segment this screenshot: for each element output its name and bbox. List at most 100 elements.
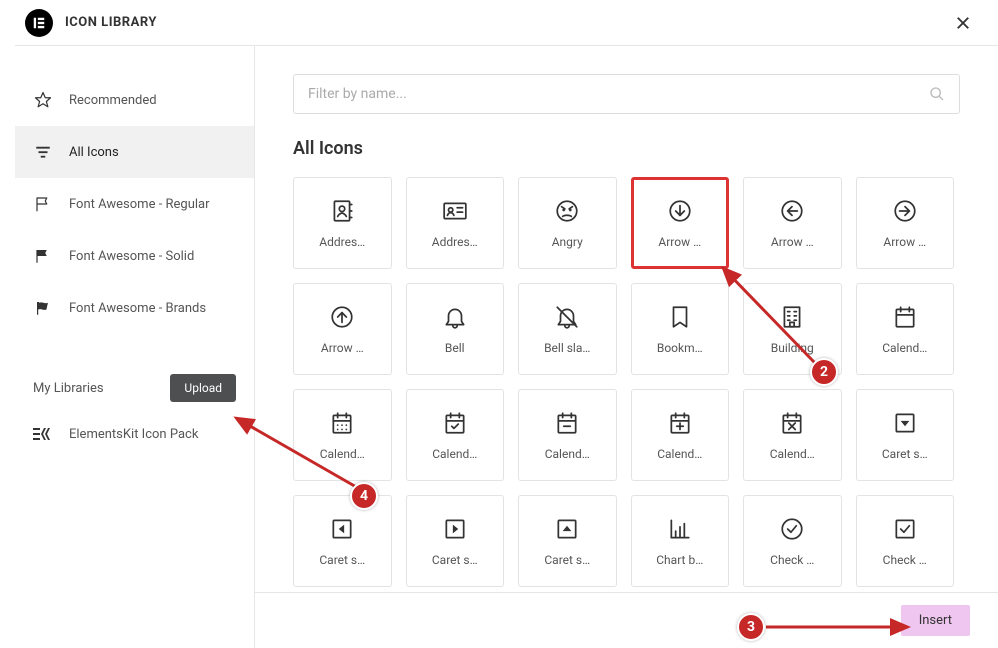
address-book-icon xyxy=(329,197,355,225)
star-icon xyxy=(33,90,53,110)
icon-card-label: Calend… xyxy=(882,341,927,355)
angry-icon xyxy=(554,197,580,225)
icon-card-check-square[interactable]: Check … xyxy=(856,495,955,587)
icon-card-calendar-minus[interactable]: Calend… xyxy=(518,389,617,481)
caret-sq-right-icon xyxy=(442,515,468,543)
icon-card-caret-sq-right[interactable]: Caret s… xyxy=(406,495,505,587)
modal-header: ICON LIBRARY xyxy=(15,0,998,46)
icon-card-bell[interactable]: Bell xyxy=(406,283,505,375)
icon-card-label: Caret s… xyxy=(544,553,590,567)
sidebar-item-all-icons[interactable]: All Icons xyxy=(15,126,254,178)
caret-sq-left-icon xyxy=(329,515,355,543)
chart-bar-icon xyxy=(667,515,693,543)
insert-button[interactable]: Insert xyxy=(901,605,970,636)
arrow-up-circle-icon xyxy=(329,303,355,331)
calendar-minus-icon xyxy=(554,409,580,437)
calendar-check-icon xyxy=(442,409,468,437)
icon-card-label: Bell sla… xyxy=(544,341,590,355)
my-libraries-label: My Libraries xyxy=(33,381,160,396)
icon-card-address-card[interactable]: Addres… xyxy=(406,177,505,269)
modal-title: ICON LIBRARY xyxy=(65,15,157,30)
icon-card-bell-slash[interactable]: Bell sla… xyxy=(518,283,617,375)
calendar-plus-icon xyxy=(667,409,693,437)
icon-card-label: Check … xyxy=(883,553,927,567)
icon-card-arrow-left-circle[interactable]: Arrow … xyxy=(743,177,842,269)
check-square-icon xyxy=(892,515,918,543)
icon-card-label: Arrow … xyxy=(771,235,814,249)
icon-card-label: Calend… xyxy=(770,447,815,461)
sidebar-item-recommended[interactable]: Recommended xyxy=(15,74,254,126)
icon-card-label: Addres… xyxy=(319,235,365,249)
icon-card-label: Chart b… xyxy=(656,553,703,567)
upload-button[interactable]: Upload xyxy=(170,374,236,402)
icon-card-angry[interactable]: Angry xyxy=(518,177,617,269)
icon-card-label: Caret s… xyxy=(432,553,478,567)
icon-card-label: Caret s… xyxy=(319,553,365,567)
sidebar-item-label: All Icons xyxy=(69,145,236,160)
calendar-alt-icon xyxy=(329,409,355,437)
sidebar-item-label: Font Awesome - Solid xyxy=(69,249,236,264)
icon-card-label: Calend… xyxy=(320,447,365,461)
icon-card-label: Calend… xyxy=(657,447,702,461)
sidebar-item-label: ElementsKit Icon Pack xyxy=(69,427,236,442)
filter-icon xyxy=(33,142,53,162)
icon-card-address-book[interactable]: Addres… xyxy=(293,177,392,269)
sidebar: Recommended All Icons Font Awesome - Regul… xyxy=(15,46,255,648)
icon-card-calendar-times[interactable]: Calend… xyxy=(743,389,842,481)
icon-card-label: Check … xyxy=(770,553,814,567)
sidebar-item-font-awesome-brands[interactable]: Font Awesome - Brands xyxy=(15,282,254,334)
search-field-wrapper[interactable] xyxy=(293,74,960,114)
building-icon xyxy=(779,303,805,331)
caret-sq-down-icon xyxy=(892,409,918,437)
sidebar-item-label: Font Awesome - Regular xyxy=(69,197,236,212)
sidebar-item-font-awesome-regular[interactable]: Font Awesome - Regular xyxy=(15,178,254,230)
section-title: All Icons xyxy=(293,138,960,159)
search-icon xyxy=(929,86,945,102)
icon-card-bookmark[interactable]: Bookm… xyxy=(631,283,730,375)
icon-card-label: Arrow … xyxy=(658,235,701,249)
icon-card-label: Building xyxy=(771,341,814,355)
arrow-right-circle-icon xyxy=(892,197,918,225)
caret-sq-up-icon xyxy=(554,515,580,543)
bell-slash-icon xyxy=(554,303,580,331)
sidebar-item-label: Recommended xyxy=(69,93,236,108)
sidebar-item-label: Font Awesome - Brands xyxy=(69,301,236,316)
icon-card-label: Addres… xyxy=(432,235,478,249)
icon-card-label: Angry xyxy=(552,235,583,249)
bookmark-icon xyxy=(667,303,693,331)
calendar-times-icon xyxy=(779,409,805,437)
bell-icon xyxy=(442,303,468,331)
flag-brands-icon xyxy=(33,298,53,318)
modal-footer: Insert xyxy=(255,592,998,648)
icon-card-calendar-check[interactable]: Calend… xyxy=(406,389,505,481)
icon-card-calendar-alt[interactable]: Calend… xyxy=(293,389,392,481)
sidebar-item-font-awesome-solid[interactable]: Font Awesome - Solid xyxy=(15,230,254,282)
icon-card-arrow-right-circle[interactable]: Arrow … xyxy=(856,177,955,269)
icon-card-caret-sq-up[interactable]: Caret s… xyxy=(518,495,617,587)
icon-grid-scroll[interactable]: Addres… Addres… Angry Arrow … Arrow … Arrow …… xyxy=(293,177,960,648)
icon-card-caret-sq-left[interactable]: Caret s… xyxy=(293,495,392,587)
elementor-logo xyxy=(25,9,53,37)
icon-card-building[interactable]: Building xyxy=(743,283,842,375)
flag-regular-icon xyxy=(33,194,53,214)
arrow-down-circle-icon xyxy=(667,197,693,225)
icon-card-calendar-plus[interactable]: Calend… xyxy=(631,389,730,481)
address-card-icon xyxy=(442,197,468,225)
close-button[interactable] xyxy=(948,10,978,36)
icon-card-label: Caret s… xyxy=(882,447,928,461)
arrow-left-circle-icon xyxy=(779,197,805,225)
icon-card-label: Calend… xyxy=(545,447,590,461)
search-input[interactable] xyxy=(308,86,929,102)
icon-card-caret-sq-down[interactable]: Caret s… xyxy=(856,389,955,481)
flag-solid-icon xyxy=(33,246,53,266)
icon-card-label: Arrow … xyxy=(321,341,364,355)
icon-card-calendar[interactable]: Calend… xyxy=(856,283,955,375)
icon-card-label: Arrow … xyxy=(883,235,926,249)
icon-card-arrow-up-circle[interactable]: Arrow … xyxy=(293,283,392,375)
calendar-icon xyxy=(892,303,918,331)
icon-card-label: Bookm… xyxy=(657,341,703,355)
sidebar-lib-elementskit-icon-pack[interactable]: ElementsKit Icon Pack xyxy=(15,408,254,460)
icon-card-check-circle[interactable]: Check … xyxy=(743,495,842,587)
icon-card-arrow-down-circle[interactable]: Arrow … xyxy=(631,177,730,269)
icon-card-chart-bar[interactable]: Chart b… xyxy=(631,495,730,587)
